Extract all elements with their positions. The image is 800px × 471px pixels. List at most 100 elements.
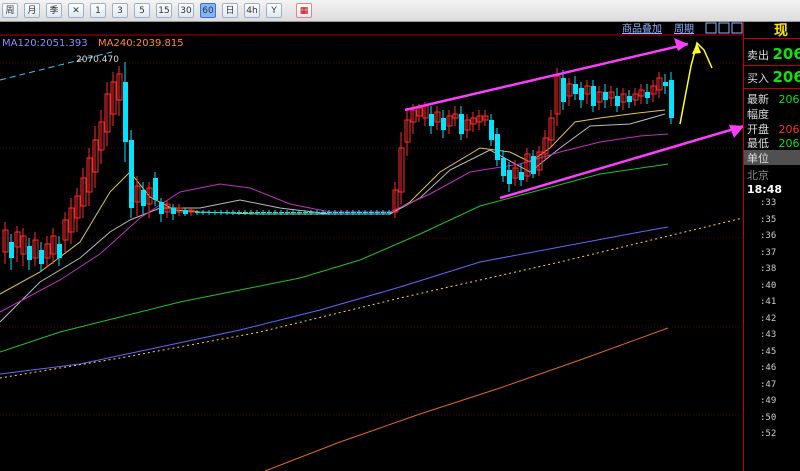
monthly-period-button[interactable]: 月: [24, 3, 40, 18]
candle-body: [357, 212, 362, 213]
candle: [663, 74, 668, 94]
candle-body: [363, 212, 368, 213]
candle: [452, 106, 459, 126]
trend-dotted-line: [0, 217, 743, 379]
candle: [638, 84, 645, 104]
candle: [536, 146, 543, 176]
candle-body: [261, 212, 266, 213]
candle-body: [285, 212, 290, 213]
candle-body: [579, 88, 584, 100]
candle-body: [39, 250, 44, 264]
candle-body: [387, 212, 392, 213]
candle: [62, 212, 69, 252]
candle: [620, 88, 627, 110]
candle: [183, 208, 188, 216]
buy-label: 买入: [747, 72, 769, 85]
candle-body: [459, 114, 464, 134]
candle: [482, 110, 489, 126]
candle-body: [381, 212, 386, 213]
candle: [92, 126, 99, 188]
candle: [429, 106, 434, 134]
candle-body: [141, 190, 146, 206]
restore-icon[interactable]: [705, 22, 717, 34]
candle-body: [645, 92, 650, 98]
candle-body: [321, 212, 326, 213]
period-15min-button[interactable]: 15: [156, 3, 172, 18]
period-3min-button[interactable]: 3: [112, 3, 128, 18]
period-30min-button[interactable]: 30: [178, 3, 194, 18]
ma20-line: [0, 133, 669, 313]
lower-channel-arrowhead: [729, 125, 743, 138]
minimize-icon[interactable]: [718, 22, 730, 34]
candle: [669, 72, 674, 124]
period-1min-button[interactable]: 1: [90, 3, 106, 18]
ma10-line: [0, 109, 666, 295]
high-price-label: 2070.470: [76, 55, 119, 65]
period-4h-button[interactable]: 4h: [244, 3, 260, 18]
upper-channel-line: [404, 42, 689, 112]
quarter-period-button[interactable]: 季: [46, 3, 62, 18]
candle: [519, 164, 524, 186]
candle: [632, 88, 639, 106]
candle: [123, 62, 128, 162]
candle-body: [369, 212, 374, 213]
candle: [116, 66, 123, 116]
ma5-line: [0, 113, 666, 323]
candle: [656, 72, 663, 98]
candle-body: [507, 170, 512, 184]
candle: [164, 200, 171, 218]
overlay-link[interactable]: 商品叠加: [622, 22, 662, 35]
kline-chart[interactable]: MA120:2051.393 MA240:2039.815 2070.470 商…: [0, 22, 743, 471]
candle: [554, 68, 561, 126]
period-5min-button[interactable]: 5: [134, 3, 150, 18]
candle: [476, 110, 483, 130]
indicator-button[interactable]: Y: [266, 3, 282, 18]
candle: [398, 132, 405, 204]
grid-toggle-button[interactable]: ▦: [296, 3, 312, 18]
candle-body: [309, 212, 314, 213]
maximize-icon[interactable]: [731, 22, 743, 34]
candle: [129, 130, 134, 218]
candle-body: [219, 212, 224, 213]
candle: [201, 210, 206, 215]
ma60-line: [0, 163, 669, 353]
candle-body: [225, 212, 230, 213]
candle-body: [561, 78, 566, 102]
candle: [441, 110, 446, 138]
low-value: 206: [778, 137, 800, 150]
sell-label: 卖出: [747, 49, 769, 62]
weekly-period-button[interactable]: 周: [2, 3, 18, 18]
candle-body: [201, 212, 206, 213]
candle: [219, 210, 224, 215]
time-tick: :46: [760, 363, 777, 373]
time-tick: :40: [760, 280, 777, 291]
candle-body: [183, 210, 188, 214]
unit-header: 单位: [744, 150, 800, 165]
daily-period-button[interactable]: 日: [222, 3, 238, 18]
candle-body: [351, 212, 356, 213]
candle: [57, 236, 62, 266]
candle: [512, 160, 519, 186]
candle-body: [501, 158, 506, 176]
sell-value: 206: [772, 45, 800, 63]
candle: [104, 82, 111, 146]
candle-body: [297, 212, 302, 213]
candle: [243, 210, 248, 215]
period-link[interactable]: 周期: [674, 23, 694, 35]
candle: [446, 110, 453, 134]
candle-body: [9, 242, 14, 258]
period-60min-button[interactable]: 60: [200, 3, 216, 18]
candle: [134, 176, 141, 216]
candle: [39, 242, 44, 272]
candle-body: [123, 82, 128, 142]
candle: [32, 232, 39, 266]
candle-body: [441, 118, 446, 130]
candle: [237, 210, 242, 215]
candle-body: [339, 212, 344, 213]
candle-body: [531, 156, 536, 174]
candle: [645, 84, 650, 104]
time-tick: :49: [760, 396, 777, 406]
upper-channel-arrowhead: [674, 38, 688, 51]
unit-label: 单位: [747, 152, 769, 165]
crosshair-button[interactable]: ✕: [68, 3, 84, 18]
